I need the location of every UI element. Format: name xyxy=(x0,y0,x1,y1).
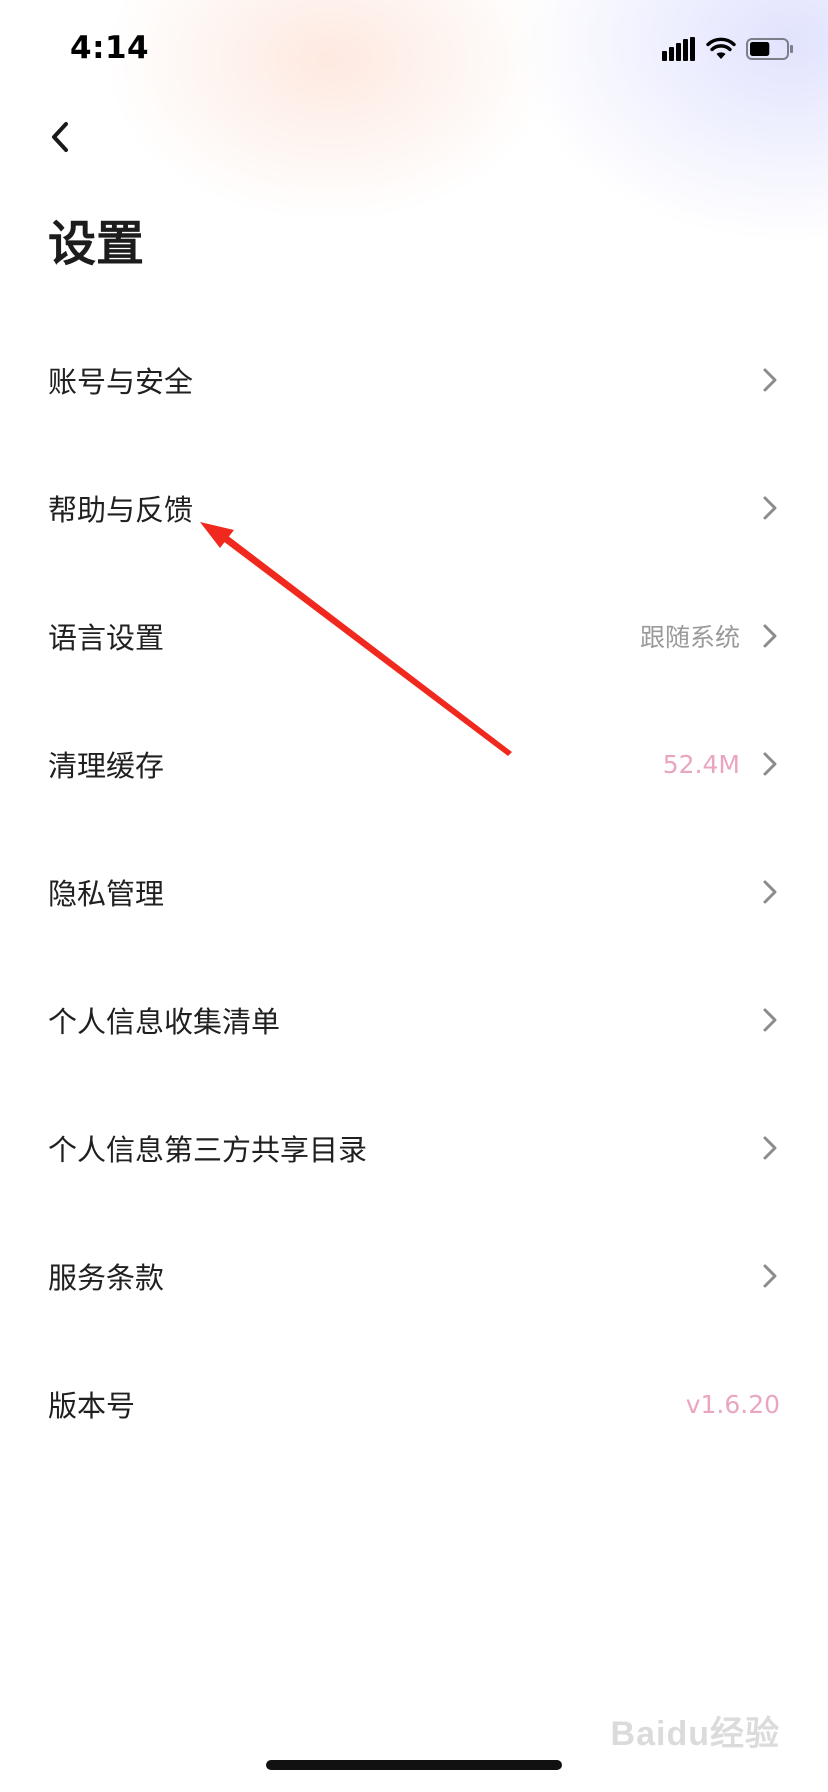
item-label: 清理缓存 xyxy=(48,749,165,783)
language-value: 跟随系统 xyxy=(639,623,740,652)
item-label: 个人信息收集清单 xyxy=(48,1005,281,1039)
status-icons xyxy=(662,34,794,64)
chevron-right-icon xyxy=(763,1136,777,1160)
settings-item-version: 版本号 v1.6.20 xyxy=(0,1340,828,1468)
chevron-right-icon xyxy=(763,1264,777,1288)
status-time: 4:14 xyxy=(70,30,150,66)
wifi-icon xyxy=(706,37,736,59)
settings-item-privacy[interactable]: 隐私管理 xyxy=(0,828,828,956)
item-label: 账号与安全 xyxy=(48,365,194,399)
settings-item-clear-cache[interactable]: 清理缓存 52.4M xyxy=(0,700,828,828)
chevron-right-icon xyxy=(763,368,777,392)
item-label: 语言设置 xyxy=(48,621,165,655)
settings-item-account-security[interactable]: 账号与安全 xyxy=(0,316,828,444)
item-label: 个人信息第三方共享目录 xyxy=(48,1133,368,1167)
item-label: 服务条款 xyxy=(48,1261,165,1295)
settings-item-help-feedback[interactable]: 帮助与反馈 xyxy=(0,444,828,572)
chevron-right-icon xyxy=(763,880,777,904)
cellular-signal-icon xyxy=(662,37,695,61)
version-value: v1.6.20 xyxy=(685,1389,780,1419)
status-bar: 4:14 xyxy=(0,0,828,100)
battery-icon xyxy=(746,38,793,60)
home-indicator xyxy=(266,1760,562,1770)
chevron-right-icon xyxy=(763,624,777,648)
item-label: 版本号 xyxy=(48,1389,136,1423)
settings-item-language[interactable]: 语言设置 跟随系统 xyxy=(0,572,828,700)
baidu-watermark: Baidu经验 xyxy=(610,1715,780,1753)
settings-list: 账号与安全 帮助与反馈 语言设置 跟随系统 清理缓存 52.4M 隐私管理 个人… xyxy=(0,316,828,1468)
settings-item-third-party-sharing[interactable]: 个人信息第三方共享目录 xyxy=(0,1084,828,1212)
settings-item-terms-of-service[interactable]: 服务条款 xyxy=(0,1212,828,1340)
item-label: 隐私管理 xyxy=(48,877,165,911)
item-label: 帮助与反馈 xyxy=(48,493,194,527)
page-title: 设置 xyxy=(48,216,145,272)
chevron-right-icon xyxy=(763,752,777,776)
cache-size-value: 52.4M xyxy=(662,749,740,779)
back-button[interactable] xyxy=(38,106,90,162)
settings-item-personal-info-list[interactable]: 个人信息收集清单 xyxy=(0,956,828,1084)
chevron-right-icon xyxy=(763,1008,777,1032)
back-chevron-icon xyxy=(52,122,68,152)
chevron-right-icon xyxy=(763,496,777,520)
